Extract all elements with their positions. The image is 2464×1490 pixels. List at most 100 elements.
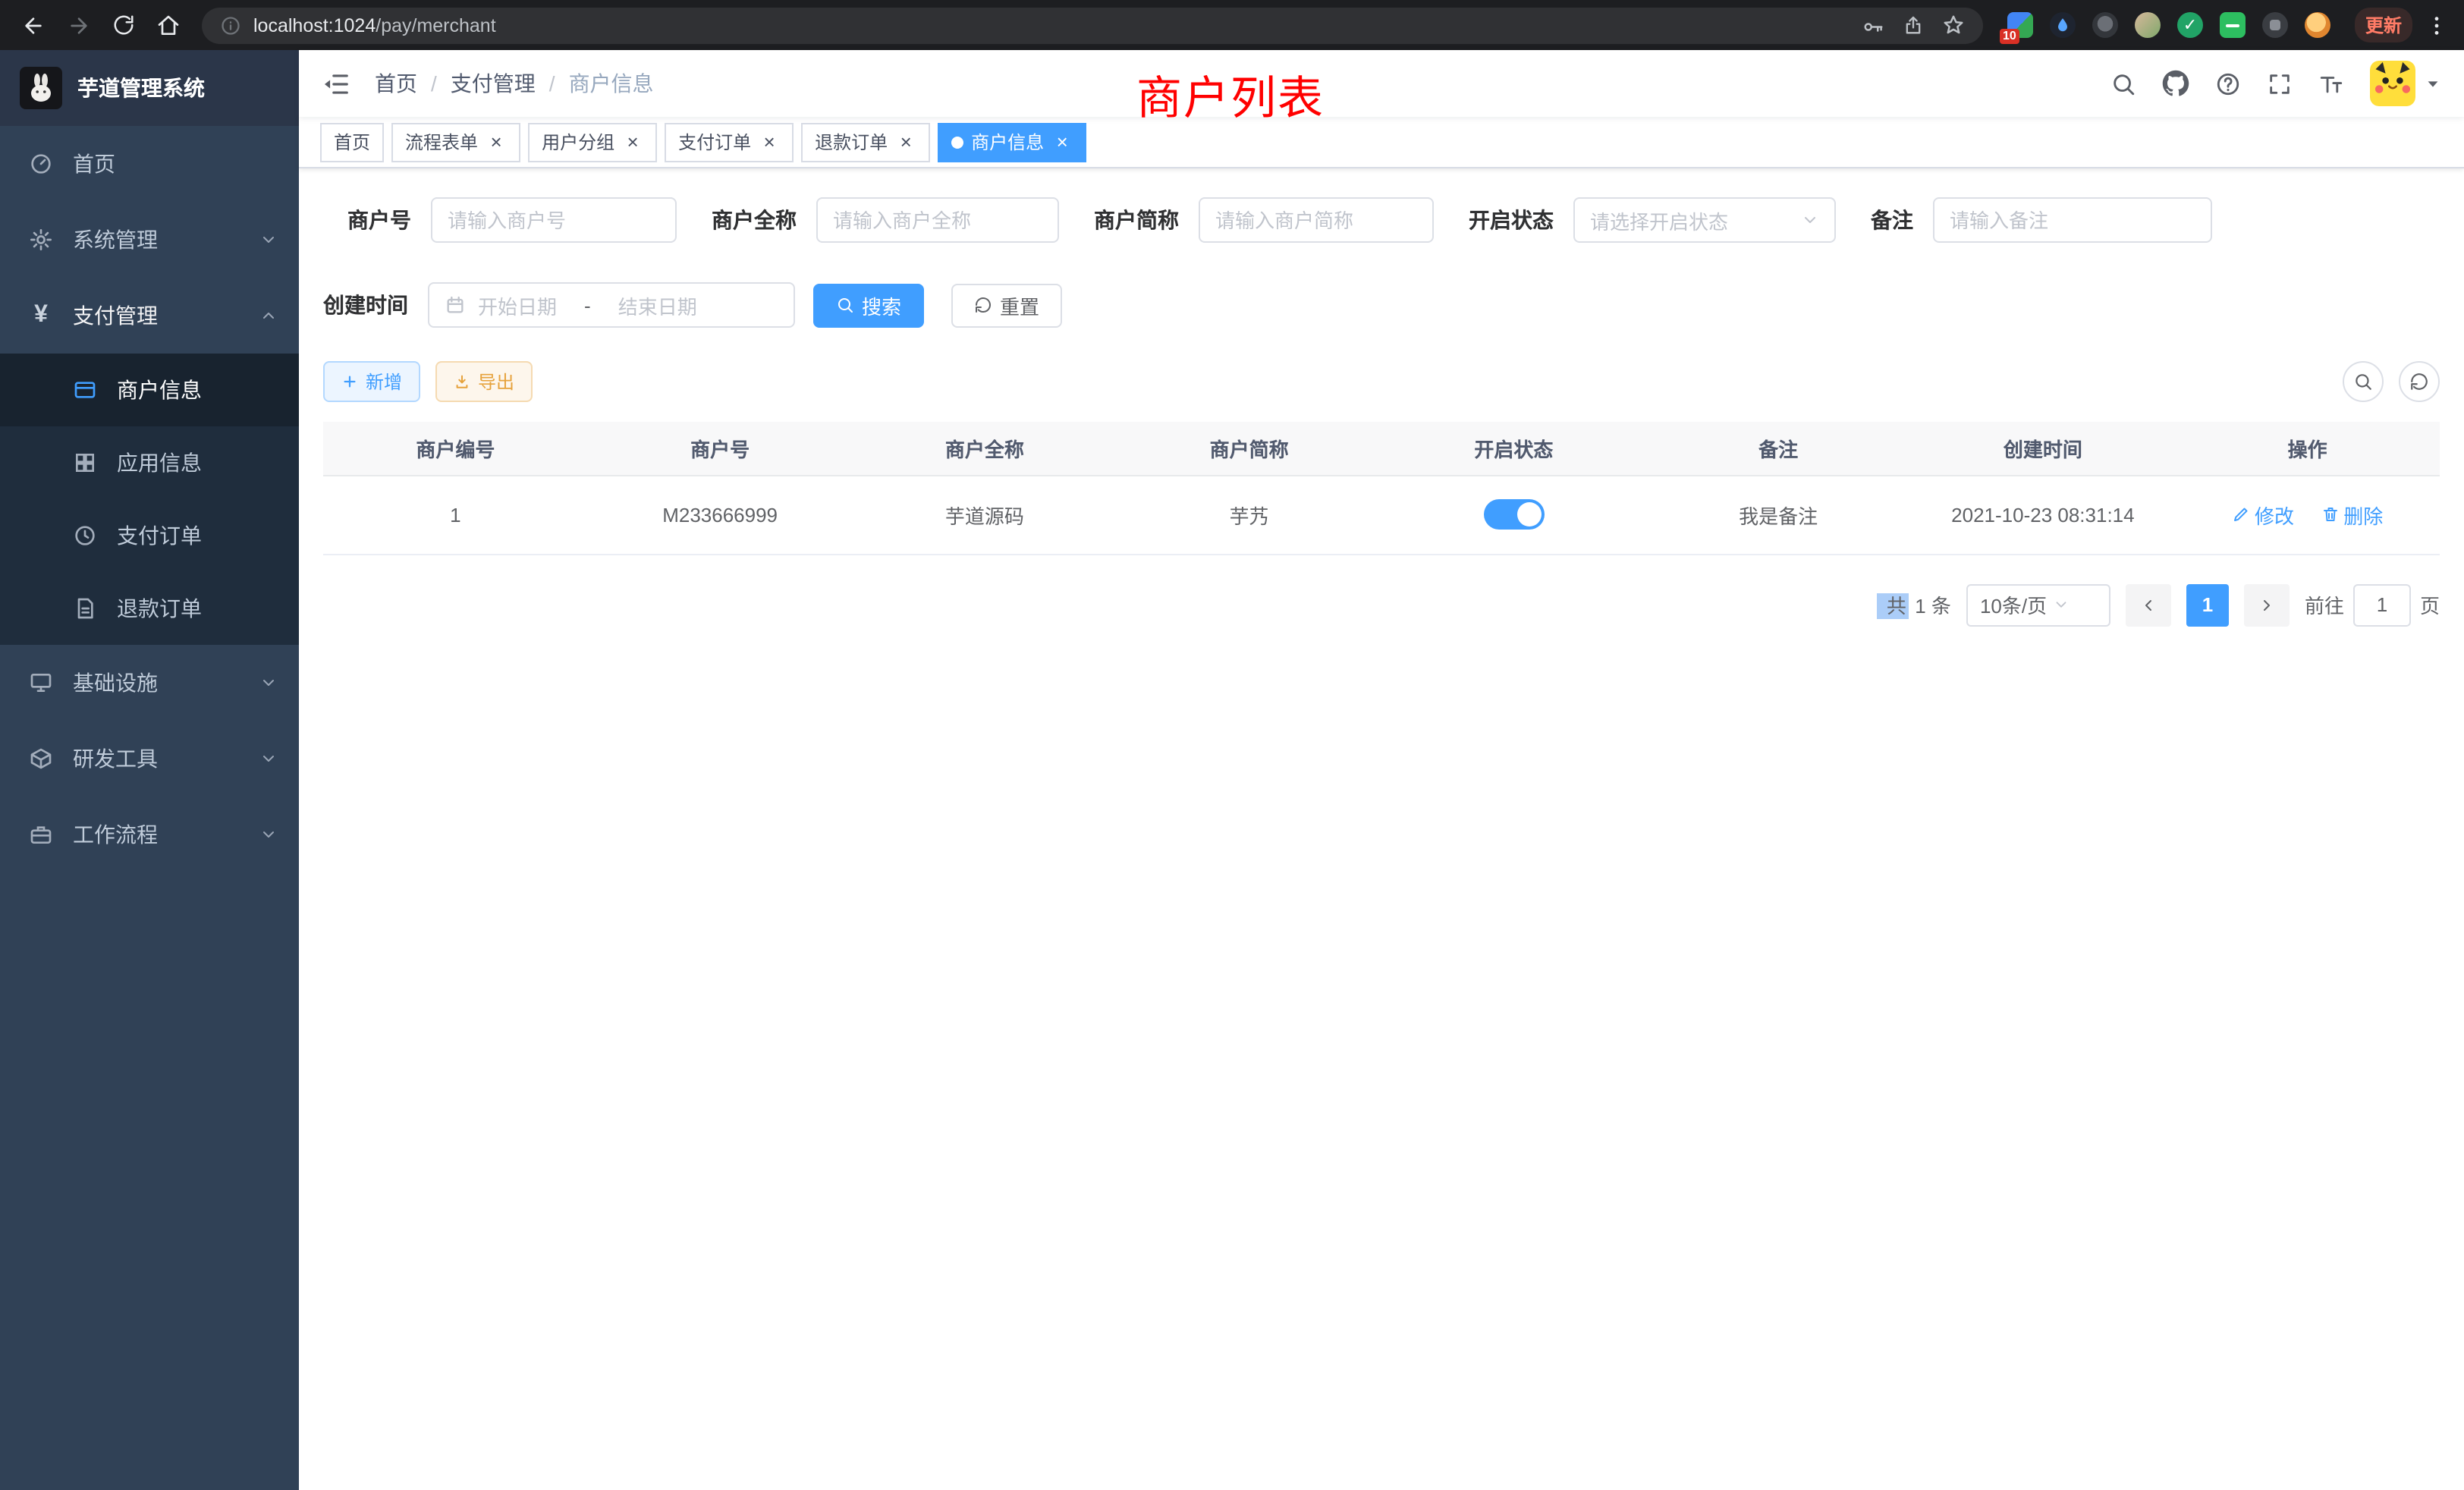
extension-grid-icon[interactable]: 10 bbox=[2007, 12, 2033, 38]
toggle-search-icon[interactable] bbox=[2343, 361, 2384, 402]
app-logo[interactable]: 芋道管理系统 bbox=[0, 50, 299, 126]
table-toolbar: 新增 导出 bbox=[323, 361, 2440, 402]
tab-merchant-info[interactable]: 商户信息 × bbox=[938, 122, 1086, 162]
site-info-icon[interactable] bbox=[220, 14, 241, 36]
active-tab-dot bbox=[951, 136, 963, 148]
payment-submenu: 商户信息 应用信息 支付订单 退款订单 bbox=[0, 354, 299, 645]
check-extension-icon[interactable]: ✓ bbox=[2177, 12, 2203, 38]
sidebar-item-refund-order[interactable]: 退款订单 bbox=[0, 572, 299, 645]
tab-refund-order[interactable]: 退款订单 × bbox=[801, 122, 930, 162]
toggle-knob bbox=[1516, 502, 1541, 527]
close-icon[interactable]: × bbox=[486, 131, 507, 152]
calendar-icon bbox=[445, 294, 466, 316]
tab-process-form[interactable]: 流程表单 × bbox=[391, 122, 520, 162]
app-root: 芋道管理系统 首页 系统管理 ¥ 支付管理 bbox=[0, 50, 2464, 1490]
export-button[interactable]: 导出 bbox=[435, 361, 533, 402]
url-host: localhost:1024 bbox=[253, 14, 376, 36]
total-suffix: 条 bbox=[1931, 595, 1951, 618]
bookmark-star-icon[interactable] bbox=[1942, 14, 1965, 36]
page-unit-label: 页 bbox=[2420, 590, 2440, 619]
tab-home[interactable]: 首页 bbox=[320, 122, 384, 162]
close-icon[interactable]: × bbox=[1051, 131, 1073, 152]
reload-icon[interactable] bbox=[112, 14, 135, 36]
refresh-icon[interactable] bbox=[2399, 361, 2440, 402]
goto-label: 前往 bbox=[2305, 590, 2344, 619]
browser-menu-icon[interactable] bbox=[2425, 13, 2449, 37]
breadcrumb-separator: / bbox=[431, 71, 437, 96]
search-button-label: 搜索 bbox=[862, 291, 901, 319]
end-date-placeholder: 结束日期 bbox=[618, 291, 697, 319]
main-area: 商户列表 首页 / 支付管理 / 商户信息 bbox=[299, 50, 2464, 1490]
help-icon[interactable] bbox=[2215, 71, 2241, 96]
sidebar-item-workflow[interactable]: 工作流程 bbox=[0, 797, 299, 872]
delete-button[interactable]: 删除 bbox=[2321, 500, 2383, 529]
cell-merchant-no: M233666999 bbox=[588, 475, 853, 554]
drop-extension-icon[interactable] bbox=[2050, 12, 2076, 38]
table-row: 1 M233666999 芋道源码 芋艿 我是备注 2021-10-23 08:… bbox=[323, 475, 2440, 554]
cell-full-name: 芋道源码 bbox=[853, 475, 1117, 554]
add-button[interactable]: 新增 bbox=[323, 361, 420, 402]
merchant-no-input[interactable] bbox=[448, 209, 660, 231]
browser-profile-avatar[interactable] bbox=[2305, 12, 2330, 38]
column-header-status: 开启状态 bbox=[1381, 422, 1646, 475]
home-icon[interactable] bbox=[156, 13, 181, 37]
user-dropdown[interactable] bbox=[2370, 61, 2441, 106]
breadcrumb-home[interactable]: 首页 bbox=[375, 68, 417, 99]
start-date-placeholder: 开始日期 bbox=[478, 291, 557, 319]
status-select[interactable]: 请选择开启状态 bbox=[1573, 197, 1836, 243]
delete-button-label: 删除 bbox=[2343, 500, 2383, 529]
sidebar-item-system[interactable]: 系统管理 bbox=[0, 202, 299, 278]
close-icon[interactable]: × bbox=[759, 131, 780, 152]
font-size-icon[interactable] bbox=[2318, 71, 2344, 96]
extensions-cluster: 10 ✓ bbox=[2007, 12, 2330, 38]
status-toggle[interactable] bbox=[1483, 499, 1544, 530]
sidebar-item-pay-order[interactable]: 支付订单 bbox=[0, 499, 299, 572]
page-size-select[interactable]: 10条/页 bbox=[1966, 583, 2110, 626]
sidebar-item-infrastructure[interactable]: 基础设施 bbox=[0, 645, 299, 721]
edit-button[interactable]: 修改 bbox=[2232, 500, 2294, 529]
sidebar-item-merchant-info[interactable]: 商户信息 bbox=[0, 354, 299, 426]
sidebar-item-dev-tools[interactable]: 研发工具 bbox=[0, 721, 299, 797]
reset-button-label: 重置 bbox=[1000, 291, 1039, 319]
puzzle-extension-icon[interactable] bbox=[2262, 12, 2288, 38]
merchant-name-input[interactable] bbox=[833, 209, 1042, 231]
tab-label: 流程表单 bbox=[405, 129, 478, 155]
share-icon[interactable] bbox=[1903, 14, 1924, 36]
forward-icon[interactable] bbox=[67, 13, 91, 37]
remark-input-wrap bbox=[1933, 197, 2212, 243]
browser-window: localhost:1024/pay/merchant 10 ✓ 更新 bbox=[0, 0, 2464, 1490]
reset-button[interactable]: 重置 bbox=[951, 283, 1062, 327]
cell-remark: 我是备注 bbox=[1646, 475, 1911, 554]
search-button[interactable]: 搜索 bbox=[813, 283, 924, 327]
remark-input[interactable] bbox=[1950, 209, 2195, 231]
prev-page-button[interactable] bbox=[2126, 583, 2171, 626]
password-key-icon[interactable] bbox=[1862, 14, 1884, 36]
merchant-short-name-input[interactable] bbox=[1215, 209, 1417, 231]
merchant-name-input-wrap bbox=[816, 197, 1059, 243]
avatar-extension-icon[interactable] bbox=[2135, 12, 2161, 38]
tags-view: 首页 流程表单 × 用户分组 × 支付订单 × 退款订单 × bbox=[299, 117, 2464, 168]
filter-create-time: 创建时间 开始日期 - 结束日期 bbox=[323, 282, 795, 328]
sidebar-item-home[interactable]: 首页 bbox=[0, 126, 299, 202]
tab-pay-order[interactable]: 支付订单 × bbox=[665, 122, 794, 162]
next-page-button[interactable] bbox=[2244, 583, 2290, 626]
sidebar-item-payment[interactable]: ¥ 支付管理 bbox=[0, 278, 299, 354]
fullscreen-icon[interactable] bbox=[2267, 71, 2293, 96]
url-bar[interactable]: localhost:1024/pay/merchant bbox=[202, 7, 1983, 43]
tab-user-group[interactable]: 用户分组 × bbox=[528, 122, 657, 162]
close-icon[interactable]: × bbox=[622, 131, 643, 152]
sidebar-collapse-icon[interactable] bbox=[322, 69, 350, 98]
back-icon[interactable] bbox=[21, 13, 46, 37]
close-icon[interactable]: × bbox=[895, 131, 916, 152]
breadcrumb-payment[interactable]: 支付管理 bbox=[451, 68, 536, 99]
date-range-picker[interactable]: 开始日期 - 结束日期 bbox=[428, 282, 795, 328]
search-icon[interactable] bbox=[2110, 71, 2136, 96]
sidebar: 芋道管理系统 首页 系统管理 ¥ 支付管理 bbox=[0, 50, 299, 1490]
dark-circle-extension-icon[interactable] bbox=[2092, 12, 2118, 38]
goto-page-input[interactable] bbox=[2353, 583, 2411, 626]
browser-update-button[interactable]: 更新 bbox=[2355, 8, 2412, 42]
sidebar-item-app-info[interactable]: 应用信息 bbox=[0, 426, 299, 499]
browser-chrome: localhost:1024/pay/merchant 10 ✓ 更新 bbox=[0, 0, 2464, 50]
github-icon[interactable] bbox=[2162, 70, 2189, 97]
page-number-button[interactable]: 1 bbox=[2186, 583, 2229, 626]
